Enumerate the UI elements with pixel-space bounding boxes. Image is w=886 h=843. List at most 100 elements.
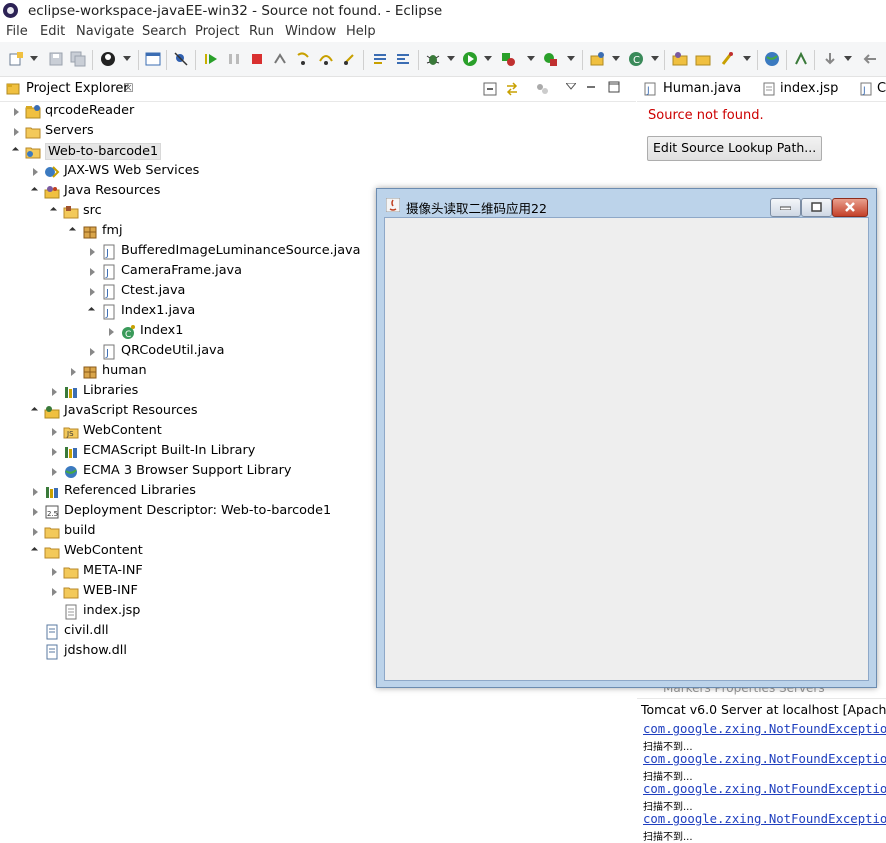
collapsed-twistie-icon[interactable] [52,428,57,436]
collapsed-twistie-icon[interactable] [71,368,76,376]
back-icon[interactable] [862,51,878,67]
link-with-editor-icon[interactable] [504,81,520,97]
run-icon[interactable] [462,51,478,67]
tree-item[interactable]: JAX-WS Web Services [0,162,636,182]
close-tab-icon[interactable]: ☒ [123,81,134,95]
library-icon [46,487,58,498]
collapsed-twistie-icon[interactable] [90,268,95,276]
menu-window[interactable]: Window [285,24,336,39]
collapsed-twistie-icon[interactable] [109,328,114,336]
suspend-icon[interactable] [226,51,242,67]
step-into-icon[interactable] [295,51,311,67]
eclipse-logo-icon [3,3,18,18]
expanded-twistie-icon[interactable] [30,406,39,415]
maximize-icon[interactable] [608,81,620,93]
skip-breakpoints-icon[interactable] [173,51,189,67]
external-tools-icon[interactable] [542,51,558,67]
annotation-nav-icon[interactable] [793,51,809,67]
tree-item[interactable]: Servers [0,122,636,142]
tree-item-label: Web-to-barcode1 [45,143,162,160]
collapsed-twistie-icon[interactable] [52,468,57,476]
menu-run[interactable]: Run [249,24,274,39]
expanded-twistie-icon[interactable] [11,146,20,155]
camera-qr-window[interactable]: 摄像头读取二维码应用22 [376,188,877,688]
search-toolbar-icon[interactable] [720,51,736,67]
user-icon[interactable] [100,51,116,67]
menu-project[interactable]: Project [195,24,239,39]
editor-tab-human-java[interactable]: Human.java [663,81,741,96]
collapsed-twistie-icon[interactable] [33,488,38,496]
step-over-icon[interactable] [318,51,334,67]
web-project-icon [25,147,41,159]
menu-help[interactable]: Help [346,24,376,39]
collapse-all-icon[interactable] [483,82,497,96]
new-java-project-icon[interactable] [589,51,605,67]
menu-edit[interactable]: Edit [40,24,65,39]
tree-item[interactable]: qrcodeReader [0,102,636,122]
collapsed-twistie-icon[interactable] [52,448,57,456]
collapsed-twistie-icon[interactable] [90,348,95,356]
collapsed-twistie-icon[interactable] [33,168,38,176]
coverage-icon[interactable] [500,51,516,67]
file-icon [46,624,58,640]
save-all-icon[interactable] [70,51,86,67]
editor-tab-index-jsp[interactable]: index.jsp [780,81,838,96]
collapsed-twistie-icon[interactable] [14,128,19,136]
library-icon [65,387,77,398]
expanded-twistie-icon[interactable] [49,206,58,215]
console-exception-link[interactable]: com.google.zxing.NotFoundException [643,782,886,796]
tree-item-label: Java Resources [64,183,161,198]
new-icon[interactable] [8,51,24,67]
open-type-icon[interactable] [672,51,688,67]
expanded-twistie-icon[interactable] [87,306,96,315]
console-exception-link[interactable]: com.google.zxing.NotFoundException [643,722,886,736]
camera-window-title: 摄像头读取二维码应用22 [406,201,547,216]
collapsed-twistie-icon[interactable] [90,248,95,256]
console-exception-link[interactable]: com.google.zxing.NotFoundException [643,752,886,766]
edit-source-lookup-path-button[interactable]: Edit Source Lookup Path... [647,136,823,161]
resume-icon[interactable] [203,51,219,67]
collapsed-twistie-icon[interactable] [14,108,19,116]
window-close-button[interactable] [832,198,868,217]
tree-item-label: WebContent [83,423,162,438]
collapsed-twistie-icon[interactable] [52,568,57,576]
tree-item-label: CameraFrame.java [121,263,242,278]
minimize-icon[interactable] [585,81,597,93]
window-title: eclipse-workspace-javaEE-win32 - Source … [28,3,443,19]
webservice-icon [45,166,60,178]
project-explorer-tab[interactable]: Project Explorer [26,81,129,96]
collapsed-twistie-icon[interactable] [33,528,38,536]
view-menu-icon[interactable] [566,83,576,91]
console-icon[interactable] [145,51,161,67]
collapsed-twistie-icon[interactable] [90,288,95,296]
new-class-icon[interactable]: C [628,51,644,67]
collapsed-twistie-icon[interactable] [52,388,57,396]
filter-icon[interactable] [535,82,549,96]
console-exception-link[interactable]: com.google.zxing.NotFoundException [643,812,886,826]
step-return-icon[interactable] [341,51,357,67]
save-icon[interactable] [48,51,64,67]
globe-toolbar-icon[interactable] [764,51,780,67]
expanded-twistie-icon[interactable] [68,226,77,235]
drop-to-frame-icon[interactable] [395,51,411,67]
expanded-twistie-icon[interactable] [30,186,39,195]
collapsed-twistie-icon[interactable] [33,508,38,516]
tree-item[interactable]: Web-to-barcode1 [0,142,636,162]
debug-icon[interactable] [425,51,441,67]
window-restore-button[interactable] [801,198,832,217]
collapsed-twistie-icon[interactable] [52,588,57,596]
menu-search[interactable]: Search [142,24,187,39]
menu-file[interactable]: File [6,24,28,39]
terminate-icon[interactable] [249,51,265,67]
editor-tab-class[interactable]: C [877,81,886,96]
folder-icon [25,127,41,139]
disconnect-icon[interactable] [272,51,288,67]
menu-navigate[interactable]: Navigate [76,24,134,39]
expanded-twistie-icon[interactable] [30,546,39,555]
open-task-icon[interactable] [695,51,711,67]
window-minimize-button[interactable] [770,198,801,217]
use-step-filters-icon[interactable] [372,51,388,67]
java-file-icon: J [103,244,115,260]
tree-item-label: JavaScript Resources [64,403,198,418]
next-annotation-icon[interactable] [822,51,838,67]
